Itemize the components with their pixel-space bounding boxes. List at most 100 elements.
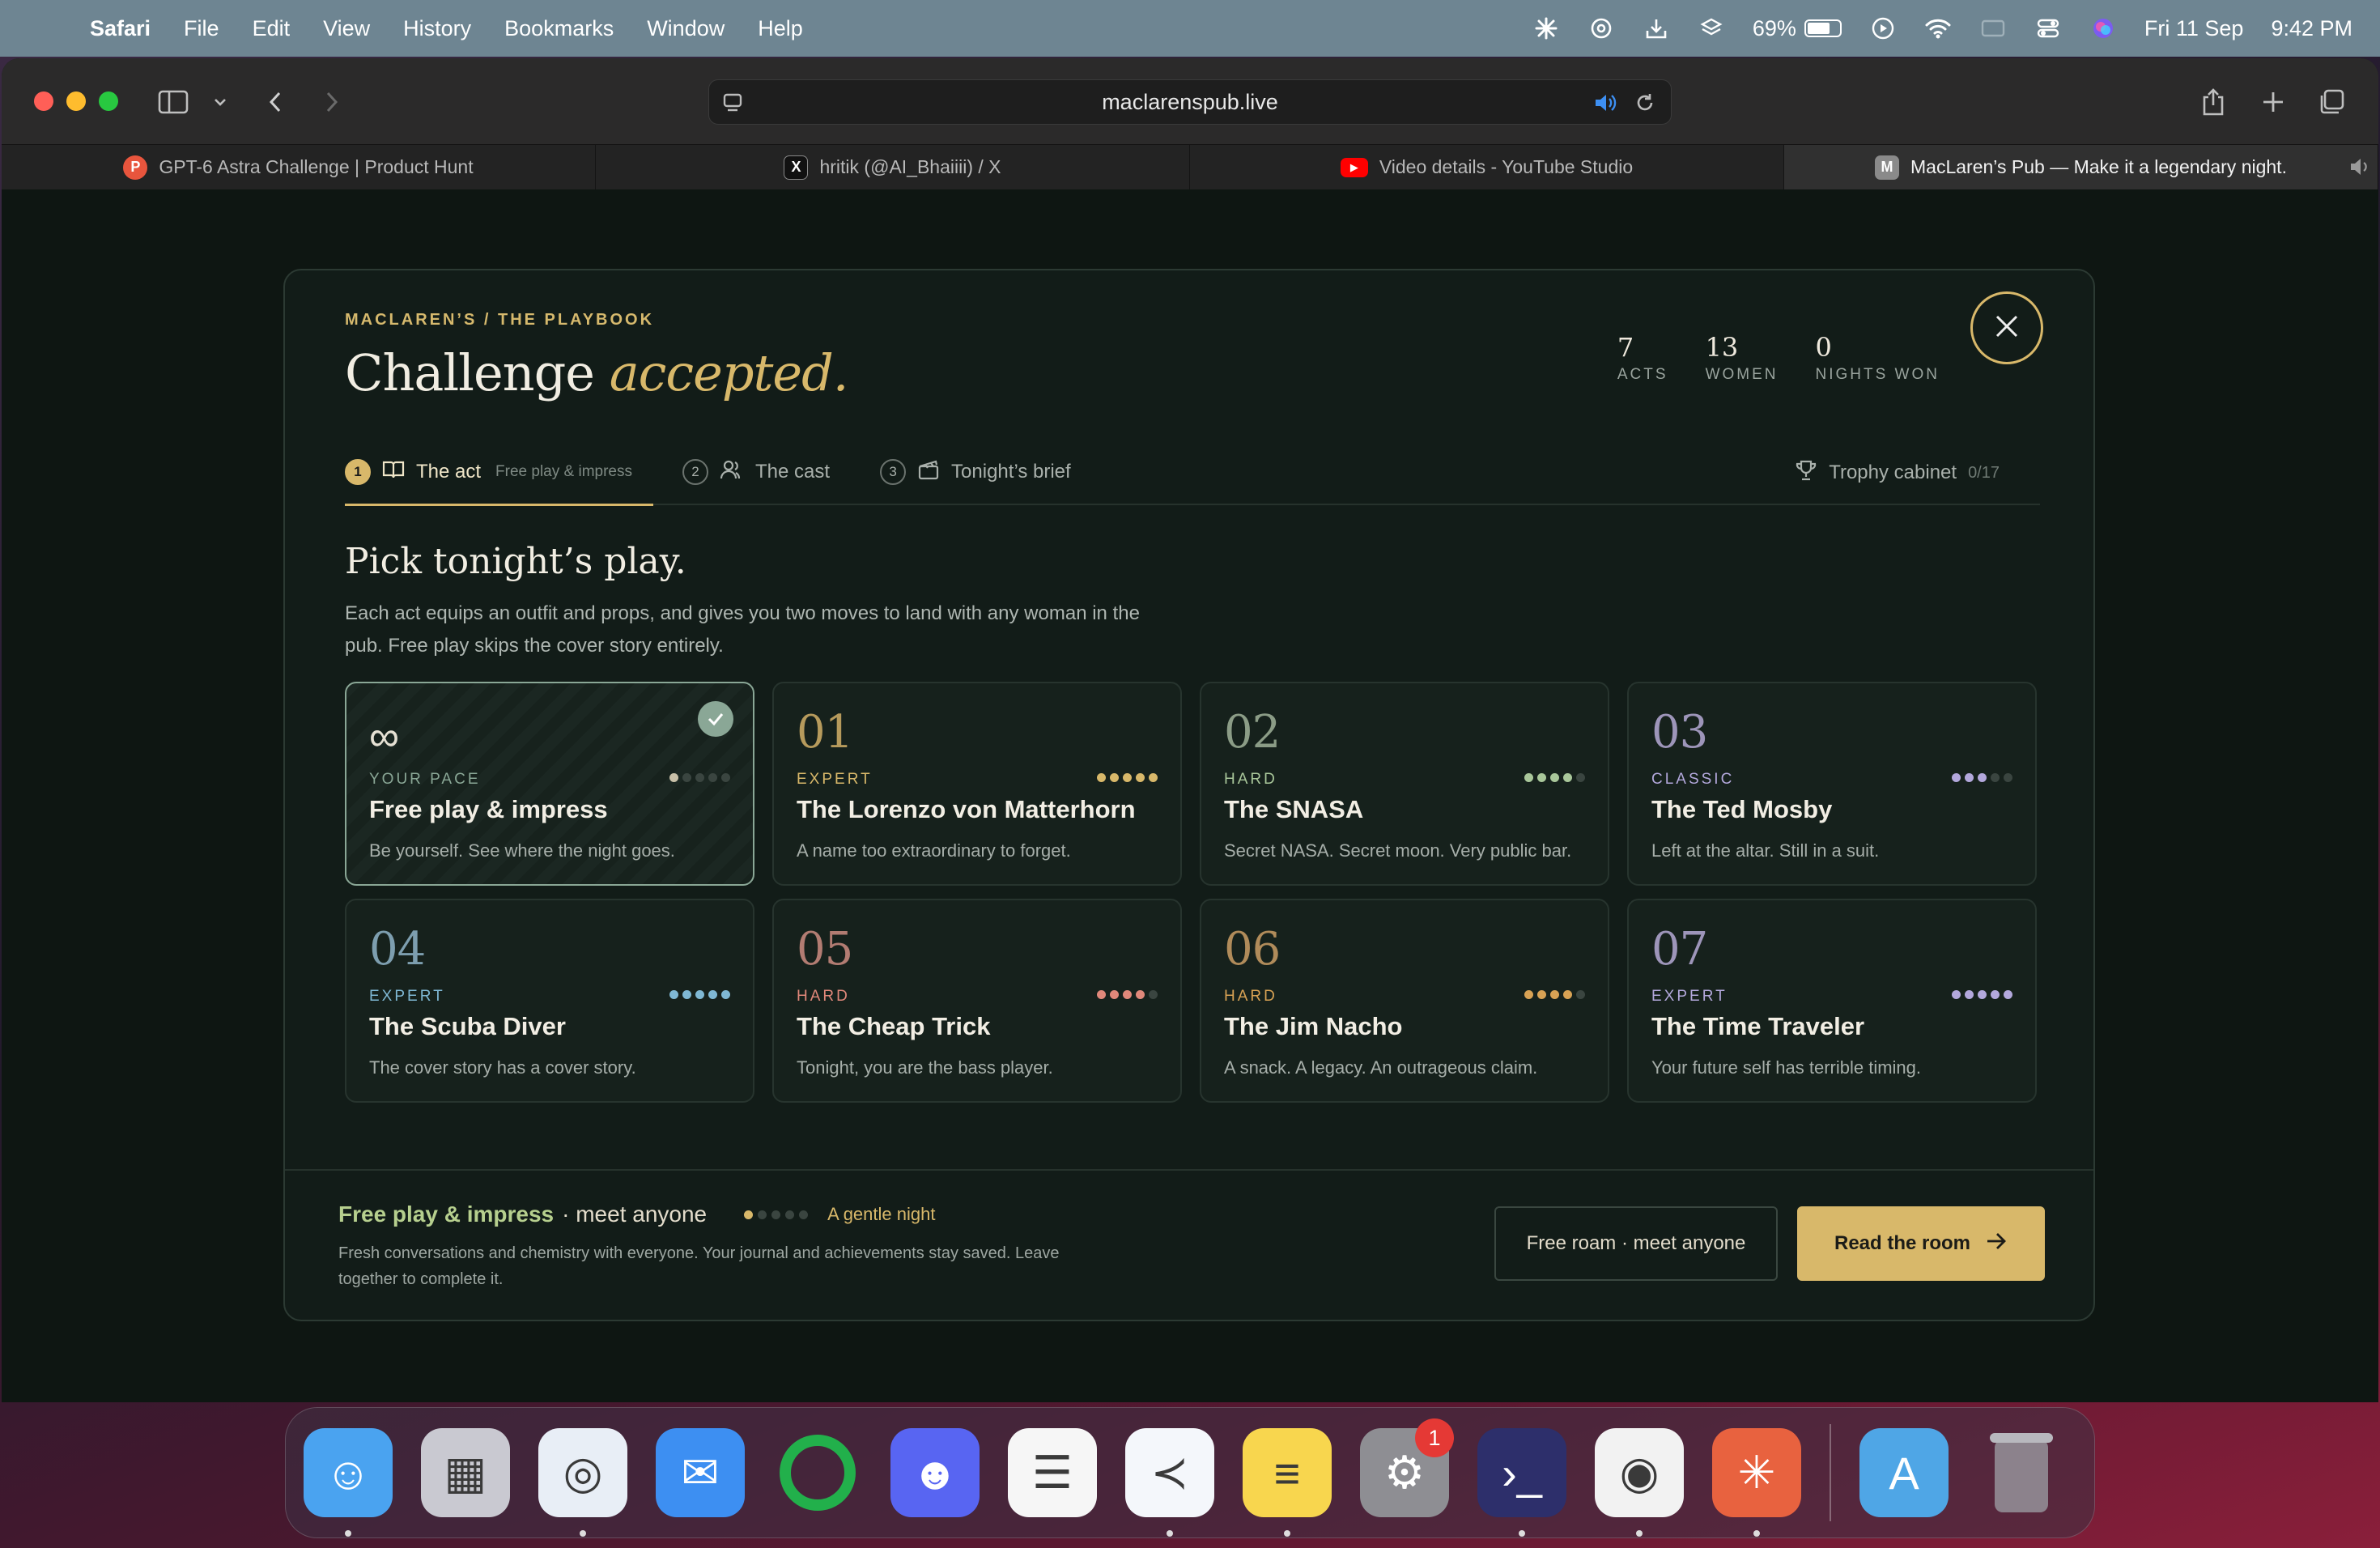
audio-playing-icon[interactable] bbox=[1593, 91, 1617, 120]
reload-icon[interactable] bbox=[1634, 91, 1656, 120]
menu-help[interactable]: Help bbox=[758, 16, 803, 41]
safari-window: maclarenspub.live P GPT-6 Astra Challenge… bbox=[2, 58, 2378, 1402]
tab-product-hunt[interactable]: P GPT-6 Astra Challenge | Product Hunt bbox=[2, 145, 596, 189]
close-modal-button[interactable] bbox=[1970, 291, 2043, 364]
download-status-icon[interactable] bbox=[1643, 15, 1670, 42]
minimize-window-button[interactable] bbox=[66, 91, 86, 111]
menu-view[interactable]: View bbox=[323, 16, 370, 41]
menu-app-name[interactable]: Safari bbox=[90, 16, 151, 41]
sidebar-toggle-icon[interactable] bbox=[155, 84, 191, 120]
tab-the-cast[interactable]: 2 The cast bbox=[682, 440, 830, 504]
claude-icon[interactable]: ✳ bbox=[1712, 1428, 1801, 1537]
menu-bookmarks[interactable]: Bookmarks bbox=[504, 16, 614, 41]
act-card[interactable]: 02 HARD The SNASA Secret NASA. Secret moon.… bbox=[1200, 682, 1609, 886]
close-window-button[interactable] bbox=[34, 91, 53, 111]
footer-description: Fresh conversations and chemistry with e… bbox=[338, 1244, 1060, 1288]
new-tab-icon[interactable] bbox=[2255, 84, 2291, 120]
modal-kicker: MACLAREN’S / THE PLAYBOOK bbox=[345, 311, 655, 329]
stat-label: ACTS bbox=[1617, 366, 1668, 383]
stat-acts: 7 ACTS bbox=[1617, 332, 1668, 384]
footer-mood: A gentle night bbox=[827, 1204, 936, 1224]
menu-window[interactable]: Window bbox=[647, 16, 725, 41]
menu-file[interactable]: File bbox=[184, 16, 219, 41]
discord-icon[interactable]: ☻ bbox=[890, 1428, 980, 1517]
act-card[interactable]: 07 EXPERT The Time Traveler Your future sel… bbox=[1627, 899, 2037, 1103]
system-settings-icon[interactable]: ⚙ 1 bbox=[1360, 1418, 1454, 1517]
x-icon: X bbox=[784, 155, 809, 180]
battery-icon bbox=[1804, 19, 1842, 37]
tab-overview-icon[interactable] bbox=[2314, 84, 2349, 120]
safari-icon[interactable]: ◎ bbox=[538, 1428, 627, 1537]
tab-label: hritik (@AI_Bhaiiii) / X bbox=[819, 156, 1001, 177]
trophy-count: 0/17 bbox=[1968, 463, 2000, 482]
difficulty-dot bbox=[1149, 773, 1158, 782]
page-menu-icon[interactable] bbox=[722, 91, 745, 120]
tab-x[interactable]: Xhritik (@AI_Bhaiiii) / X bbox=[596, 145, 1190, 189]
vscode-icon[interactable]: ≺ bbox=[1125, 1428, 1214, 1537]
difficulty-dots bbox=[1524, 990, 1585, 999]
zoom-window-button[interactable] bbox=[99, 91, 118, 111]
reminders-icon[interactable]: ☰ bbox=[1008, 1428, 1097, 1517]
act-name: The Ted Mosby bbox=[1651, 795, 1833, 823]
claude-status-icon[interactable] bbox=[1532, 15, 1560, 42]
act-difficulty: HARD bbox=[797, 988, 850, 1005]
menu-edit[interactable]: Edit bbox=[253, 16, 291, 41]
terminal-app-icon[interactable]: ›_ bbox=[1477, 1428, 1566, 1537]
step-label: The act bbox=[416, 461, 482, 483]
control-center-icon[interactable] bbox=[2034, 15, 2062, 42]
forward-icon[interactable] bbox=[314, 84, 350, 120]
step-number: 1 bbox=[345, 459, 371, 485]
url-text: maclarenspub.live bbox=[1102, 89, 1278, 114]
act-card[interactable]: 01 EXPERT The Lorenzo von Matterhorn A name… bbox=[772, 682, 1182, 886]
wifi-icon[interactable] bbox=[1924, 15, 1952, 42]
act-card[interactable]: ∞ YOUR PACE Free play & impress Be yourself… bbox=[345, 682, 754, 886]
chatgpt-status-icon[interactable] bbox=[1587, 15, 1615, 42]
play-status-icon[interactable] bbox=[1869, 15, 1897, 42]
difficulty-dots bbox=[1524, 773, 1585, 782]
mail-icon[interactable]: ✉ bbox=[656, 1428, 745, 1517]
act-card[interactable]: 06 HARD The Jim Nacho A snack. A legacy. An… bbox=[1200, 899, 1609, 1103]
launchpad-icon[interactable]: ▦ bbox=[421, 1428, 510, 1517]
chrome-icon[interactable]: ◉ bbox=[1595, 1428, 1684, 1537]
tab-tonights-brief[interactable]: 3 Tonight’s brief bbox=[880, 440, 1071, 504]
act-card[interactable]: 05 HARD The Cheap Trick Tonight, you are th… bbox=[772, 899, 1182, 1103]
chevron-down-icon[interactable] bbox=[202, 84, 238, 120]
tab-the-act[interactable]: 1 The act Free play & impress bbox=[345, 440, 653, 506]
activity-ring-icon[interactable] bbox=[773, 1428, 862, 1517]
difficulty-dot bbox=[785, 1210, 795, 1219]
stat-women: 13 WOMEN bbox=[1706, 332, 1779, 384]
battery-status[interactable]: 69% bbox=[1753, 16, 1842, 41]
act-description: Be yourself. See where the night goes. bbox=[369, 840, 675, 861]
free-roam-button[interactable]: Free roam · meet anyone bbox=[1494, 1206, 1778, 1281]
difficulty-dot bbox=[695, 773, 704, 782]
running-indicator bbox=[1636, 1530, 1643, 1537]
act-card[interactable]: 03 CLASSIC The Ted Mosby Left at the altar.… bbox=[1627, 682, 2037, 886]
siri-icon[interactable] bbox=[2089, 15, 2117, 42]
menu-history[interactable]: History bbox=[403, 16, 471, 41]
notes-icon[interactable]: ≡ bbox=[1243, 1428, 1332, 1537]
read-the-room-button[interactable]: Read the room bbox=[1797, 1206, 2045, 1281]
menu-time[interactable]: 9:42 PM bbox=[2271, 16, 2352, 41]
tab-audio-icon[interactable] bbox=[2348, 156, 2371, 182]
act-name: The SNASA bbox=[1224, 795, 1364, 823]
act-name: The Cheap Trick bbox=[797, 1012, 991, 1040]
footer-difficulty-dots bbox=[744, 1210, 809, 1219]
applications-folder-icon[interactable]: A bbox=[1859, 1428, 1949, 1517]
layers-status-icon[interactable] bbox=[1698, 15, 1725, 42]
browser-toolbar: maclarenspub.live bbox=[2, 58, 2378, 144]
act-card[interactable]: 04 EXPERT The Scuba Diver The cover story h… bbox=[345, 899, 754, 1103]
tab-maclarens-pub[interactable]: M MacLaren’s Pub — Make it a legendary ni… bbox=[1784, 145, 2378, 189]
trophy-cabinet-button[interactable]: Trophy cabinet 0/17 bbox=[1795, 440, 2000, 505]
finder-icon[interactable]: ☺ bbox=[304, 1428, 393, 1537]
screen-mirroring-icon[interactable] bbox=[1979, 15, 2007, 42]
difficulty-dot bbox=[1136, 773, 1145, 782]
share-icon[interactable] bbox=[2195, 84, 2231, 120]
difficulty-dots bbox=[669, 773, 730, 782]
menu-date[interactable]: Fri 11 Sep bbox=[2144, 16, 2244, 41]
trash-icon[interactable] bbox=[1977, 1428, 2066, 1517]
address-bar[interactable]: maclarenspub.live bbox=[708, 79, 1672, 125]
act-description: A name too extraordinary to forget. bbox=[797, 840, 1071, 861]
close-icon bbox=[1993, 313, 2021, 344]
back-icon[interactable] bbox=[257, 84, 293, 120]
tab-youtube-studio[interactable]: ▶ Video details - YouTube Studio bbox=[1190, 145, 1784, 189]
